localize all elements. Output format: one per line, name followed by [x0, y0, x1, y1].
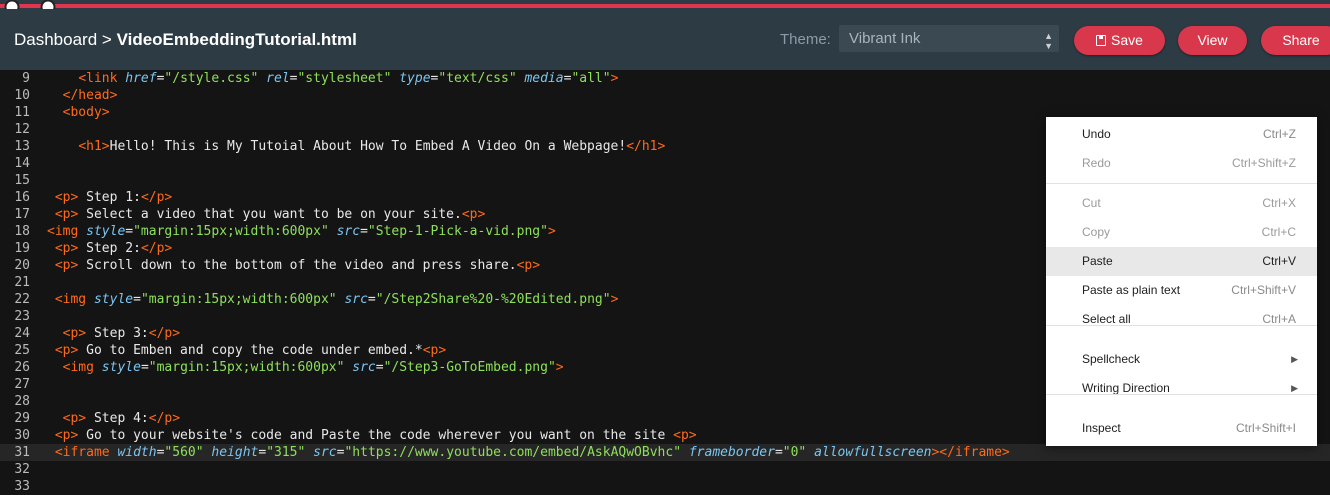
- menu-item-shortcut: Ctrl+Shift+Z: [1231, 156, 1296, 170]
- line-number: 29: [14, 411, 30, 426]
- code-text: <img style="margin:15px;width:600px" src…: [47, 224, 556, 239]
- menu-item-label: Select all: [1082, 312, 1131, 326]
- menu-item-label: Redo: [1082, 156, 1111, 170]
- line-number: 33: [14, 479, 30, 494]
- file-name-title: VideoEmbeddingTutorial.html: [116, 30, 357, 49]
- code-text: <p> Select a video that you want to be o…: [54, 207, 486, 222]
- line-number: 17: [14, 207, 30, 222]
- context-menu: Undo Ctrl+Z Redo Ctrl+Shift+Z Cut Ctrl+X Copy C…: [1046, 117, 1317, 446]
- code-text: <link href="/style.css" rel="stylesheet"…: [78, 71, 619, 86]
- line-number: 20: [14, 258, 30, 273]
- line-number: 22: [14, 292, 30, 307]
- menu-item-shortcut: Ctrl+Shift+V: [1231, 283, 1296, 297]
- line-number: 24: [14, 326, 30, 341]
- code-line[interactable]: 10 </head>: [0, 87, 1330, 104]
- menu-item-label: Paste: [1082, 254, 1113, 268]
- line-number: 32: [14, 462, 30, 477]
- menu-item-shortcut: Ctrl+V: [1262, 254, 1296, 268]
- line-number: 14: [14, 156, 30, 171]
- code-text: <img style="margin:15px;width:600px" src…: [54, 292, 619, 307]
- line-number: 30: [14, 428, 30, 443]
- code-text: <p> Step 3:</p>: [62, 326, 181, 341]
- save-icon: [1096, 35, 1107, 46]
- code-text: <p> Scroll down to the bottom of the vid…: [54, 258, 541, 273]
- save-button-label: Save: [1111, 32, 1143, 48]
- share-button-label: Share: [1282, 32, 1320, 48]
- submenu-arrow-icon: ▶: [1291, 354, 1298, 364]
- menu-item-shortcut: Ctrl+Z: [1263, 127, 1296, 141]
- line-number: 28: [14, 394, 30, 409]
- context-menu-item-redo[interactable]: Redo Ctrl+Shift+Z: [1046, 149, 1317, 178]
- menu-separator: [1046, 325, 1317, 326]
- context-menu-item-copy[interactable]: Copy Ctrl+C: [1046, 218, 1317, 247]
- view-button[interactable]: View: [1178, 26, 1247, 55]
- menu-separator: [1046, 183, 1317, 184]
- line-number: 19: [14, 241, 30, 256]
- context-menu-item-spellcheck[interactable]: Spellcheck ▶: [1046, 345, 1317, 374]
- line-number: 15: [14, 173, 30, 188]
- code-text: <iframe width="560" height="315" src="ht…: [54, 445, 1010, 460]
- menu-separator: [1046, 394, 1317, 395]
- line-number: 23: [14, 309, 30, 324]
- submenu-arrow-icon: ▶: [1291, 383, 1298, 393]
- line-number: 31: [14, 445, 30, 460]
- context-menu-item-paste[interactable]: Paste Ctrl+V: [1046, 247, 1317, 276]
- line-number: 9: [22, 71, 30, 86]
- line-number: 18: [14, 224, 30, 239]
- breadcrumb: Dashboard > VideoEmbeddingTutorial.html: [14, 30, 357, 50]
- line-number: 16: [14, 190, 30, 205]
- line-number: 10: [14, 88, 30, 103]
- menu-item-shortcut: Ctrl+X: [1262, 196, 1296, 210]
- code-text: <p> Step 2:</p>: [54, 241, 173, 256]
- view-button-label: View: [1197, 32, 1228, 48]
- context-menu-item-writing-direction[interactable]: Writing Direction ▶: [1046, 374, 1317, 403]
- save-button[interactable]: Save: [1074, 26, 1165, 55]
- dropdown-arrow-icon: ▲ ▼: [1044, 31, 1053, 51]
- context-menu-item-inspect[interactable]: Inspect Ctrl+Shift+I: [1046, 414, 1317, 443]
- context-menu-item-cut[interactable]: Cut Ctrl+X: [1046, 189, 1317, 218]
- code-line[interactable]: 32: [0, 461, 1330, 478]
- menu-item-label: Undo: [1082, 127, 1111, 141]
- line-number: 27: [14, 377, 30, 392]
- code-text: </head>: [62, 88, 118, 103]
- menu-item-label: Cut: [1082, 196, 1101, 210]
- context-menu-item-select-all[interactable]: Select all Ctrl+A: [1046, 305, 1317, 334]
- menu-item-shortcut: Ctrl+A: [1262, 312, 1296, 326]
- code-text: <body>: [62, 105, 110, 120]
- code-line[interactable]: 31 <iframe width="560" height="315" src=…: [0, 444, 1330, 461]
- line-number: 21: [14, 275, 30, 290]
- menu-item-label: Paste as plain text: [1082, 283, 1181, 297]
- code-line[interactable]: 33: [0, 478, 1330, 495]
- line-number: 26: [14, 360, 30, 375]
- menu-item-shortcut: Ctrl+C: [1261, 225, 1296, 239]
- theme-label: Theme:: [780, 31, 831, 48]
- line-number: 12: [14, 122, 30, 137]
- menu-item-shortcut: Ctrl+Shift+I: [1235, 421, 1296, 435]
- code-text: <h1>Hello! This is My Tutoial About How …: [78, 139, 666, 154]
- menu-item-label: Inspect: [1082, 421, 1121, 435]
- breadcrumb-dashboard-link[interactable]: Dashboard: [14, 30, 97, 49]
- menu-item-label: Writing Direction: [1082, 381, 1170, 395]
- share-button[interactable]: Share: [1261, 26, 1330, 55]
- code-text: <p> Step 4:</p>: [62, 411, 181, 426]
- top-accent-bar: [0, 0, 1330, 9]
- code-line[interactable]: 9 <link href="/style.css" rel="styleshee…: [0, 70, 1330, 87]
- code-text: <img style="margin:15px;width:600px" src…: [62, 360, 564, 375]
- context-menu-item-undo[interactable]: Undo Ctrl+Z: [1046, 120, 1317, 149]
- code-text: <p> Go to Emben and copy the code under …: [54, 343, 447, 358]
- line-number: 25: [14, 343, 30, 358]
- theme-select[interactable]: Vibrant Ink ▲ ▼: [839, 25, 1059, 52]
- code-text: <p> Go to your website's code and Paste …: [54, 428, 697, 443]
- theme-select-value: Vibrant Ink: [849, 30, 921, 47]
- context-menu-item-paste-as-plain-text[interactable]: Paste as plain text Ctrl+Shift+V: [1046, 276, 1317, 305]
- breadcrumb-separator: >: [101, 30, 112, 49]
- menu-item-label: Copy: [1082, 225, 1111, 239]
- app-header: Dashboard > VideoEmbeddingTutorial.html …: [0, 9, 1330, 70]
- line-number: 11: [14, 105, 30, 120]
- code-text: <p> Step 1:</p>: [54, 190, 173, 205]
- menu-item-label: Spellcheck: [1082, 352, 1141, 366]
- line-number: 13: [14, 139, 30, 154]
